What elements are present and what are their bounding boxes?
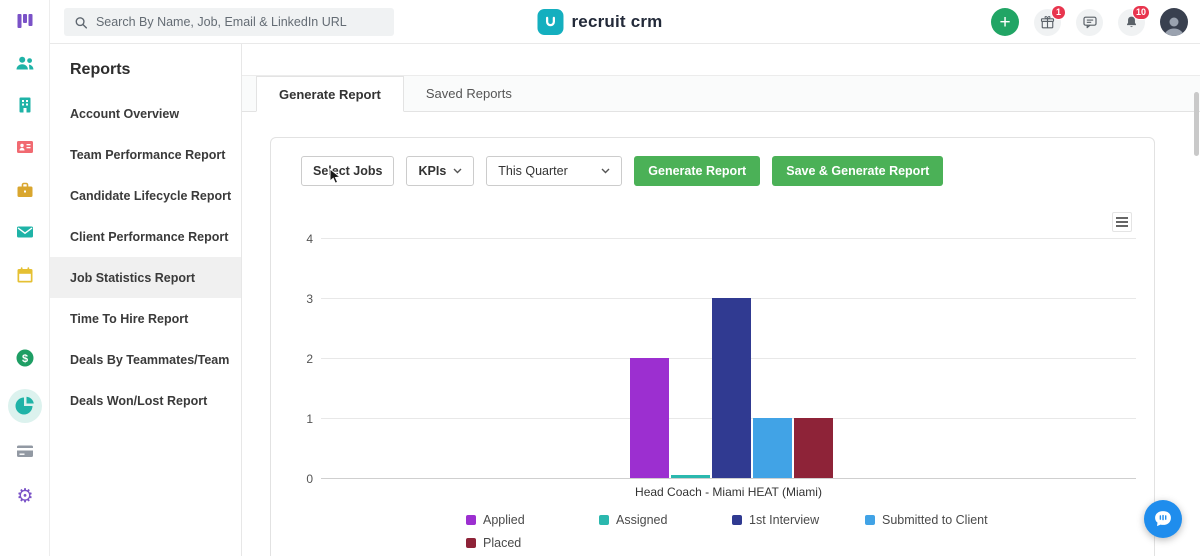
select-jobs-label: Select Jobs <box>313 164 383 178</box>
select-jobs-button[interactable]: Select Jobs <box>301 156 395 186</box>
legend-label: 1st Interview <box>749 513 820 527</box>
tab-saved-reports[interactable]: Saved Reports <box>404 76 534 111</box>
rewards-button[interactable]: 1 <box>1034 4 1066 36</box>
contacts-icon[interactable] <box>15 137 35 157</box>
legend-swatch <box>466 515 476 525</box>
companies-icon[interactable] <box>15 95 35 115</box>
bar-placed[interactable] <box>793 418 833 478</box>
chat-launcher[interactable] <box>1144 500 1182 538</box>
chart-plot: 0 1 2 3 4 <box>306 232 1136 486</box>
chevron-down-icon <box>453 168 462 174</box>
legend-label: Placed <box>483 536 522 550</box>
candidates-icon[interactable] <box>15 53 35 73</box>
app-window: recruit crm + 1 <box>0 0 1200 556</box>
chart-context-menu-icon[interactable] <box>1112 212 1132 232</box>
billing-icon[interactable] <box>15 441 35 461</box>
y-axis-tick: 4 <box>306 232 313 246</box>
chat-bubble-icon <box>1155 511 1171 527</box>
legend-item-assigned[interactable]: Assigned <box>599 513 732 527</box>
notifications-button[interactable]: 10 <box>1118 4 1150 36</box>
gift-badge: 1 <box>1051 4 1066 20</box>
period-label: This Quarter <box>498 164 568 178</box>
sidebar-item-job-statistics[interactable]: Job Statistics Report <box>50 257 241 298</box>
deals-icon[interactable]: $ <box>15 348 35 368</box>
sidebar-item-account-overview[interactable]: Account Overview <box>50 93 241 134</box>
app-rail: $ ⚙ <box>0 0 50 556</box>
svg-text:$: $ <box>22 353 28 365</box>
app-logo-text: recruit crm <box>571 12 663 31</box>
sidebar-title: Reports <box>70 61 131 78</box>
period-dropdown[interactable]: This Quarter <box>486 156 623 186</box>
search-input[interactable] <box>95 15 384 29</box>
legend-item-placed[interactable]: Placed <box>466 536 599 550</box>
y-axis-tick: 0 <box>306 472 313 486</box>
quick-add-button[interactable]: + <box>991 8 1019 36</box>
kpis-label: KPIs <box>418 164 447 178</box>
legend-label: Submitted to Client <box>882 513 988 527</box>
sidebar-item-deals-won-lost[interactable]: Deals Won/Lost Report <box>50 380 241 421</box>
sidebar-item-deals-by-teammates[interactable]: Deals By Teammates/Team <box>50 339 241 380</box>
jobs-icon[interactable] <box>15 180 35 200</box>
generate-report-button[interactable]: Generate Report <box>634 156 761 186</box>
save-generate-report-button[interactable]: Save & Generate Report <box>772 156 944 186</box>
sidebar-item-time-to-hire[interactable]: Time To Hire Report <box>50 298 241 339</box>
bar-assigned[interactable] <box>670 475 710 478</box>
legend-swatch <box>466 538 476 548</box>
sidebar-item-team-performance[interactable]: Team Performance Report <box>50 134 241 175</box>
reports-icon[interactable] <box>8 389 42 423</box>
settings-icon[interactable]: ⚙ <box>15 486 35 506</box>
report-tabs: Generate Report Saved Reports <box>242 75 1200 112</box>
report-card: Select Jobs KPIs This Quarter Generate R… <box>270 137 1155 556</box>
y-axis-tick: 1 <box>306 412 313 426</box>
y-axis-tick: 2 <box>306 352 313 366</box>
y-axis-tick: 3 <box>306 292 313 306</box>
search-icon <box>75 16 88 29</box>
bar-1st-interview[interactable] <box>711 298 751 478</box>
chevron-down-icon <box>601 168 610 174</box>
legend-item-applied[interactable]: Applied <box>466 513 599 527</box>
legend-swatch <box>865 515 875 525</box>
chart-legend: Applied Assigned 1st Interview Submitted to… <box>466 513 1006 550</box>
topbar-actions: + 1 10 <box>991 0 1188 44</box>
main-content: Generate Report Saved Reports Select Job… <box>242 44 1200 556</box>
calendar-icon[interactable] <box>15 265 35 285</box>
sidebar-item-client-performance[interactable]: Client Performance Report <box>50 216 241 257</box>
global-search[interactable] <box>64 8 394 36</box>
legend-label: Applied <box>483 513 525 527</box>
legend-label: Assigned <box>616 513 668 527</box>
tab-generate-report[interactable]: Generate Report <box>256 76 404 112</box>
person-icon <box>1164 17 1184 36</box>
messages-button[interactable] <box>1076 8 1103 36</box>
sidebar-item-candidate-lifecycle[interactable]: Candidate Lifecycle Report <box>50 175 241 216</box>
vertical-scrollbar[interactable] <box>1194 92 1199 156</box>
bar-submitted-to-client[interactable] <box>752 418 792 478</box>
gridline <box>321 478 1136 479</box>
legend-item-1st-interview[interactable]: 1st Interview <box>732 513 865 527</box>
chart-category-label: Head Coach - Miami HEAT (Miami) <box>635 485 822 499</box>
modules-icon[interactable] <box>15 11 35 31</box>
legend-swatch <box>599 515 609 525</box>
app-logo: recruit crm <box>537 0 662 44</box>
bar-applied[interactable] <box>629 358 669 478</box>
message-icon <box>1082 16 1097 29</box>
legend-swatch <box>732 515 742 525</box>
reports-sidebar: Reports Account Overview Team Performanc… <box>50 44 242 556</box>
user-avatar[interactable] <box>1160 8 1188 36</box>
recruit-crm-logo-icon <box>537 9 564 35</box>
kpis-dropdown[interactable]: KPIs <box>406 156 475 186</box>
gridline <box>321 238 1136 239</box>
sidebar-menu: Account Overview Team Performance Report… <box>50 93 241 421</box>
emails-icon[interactable] <box>15 222 35 242</box>
report-controls: Select Jobs KPIs This Quarter Generate R… <box>301 156 944 186</box>
topbar: recruit crm + 1 <box>0 0 1200 44</box>
legend-item-submitted-to-client[interactable]: Submitted to Client <box>865 513 998 527</box>
notifications-badge: 10 <box>1131 4 1150 20</box>
